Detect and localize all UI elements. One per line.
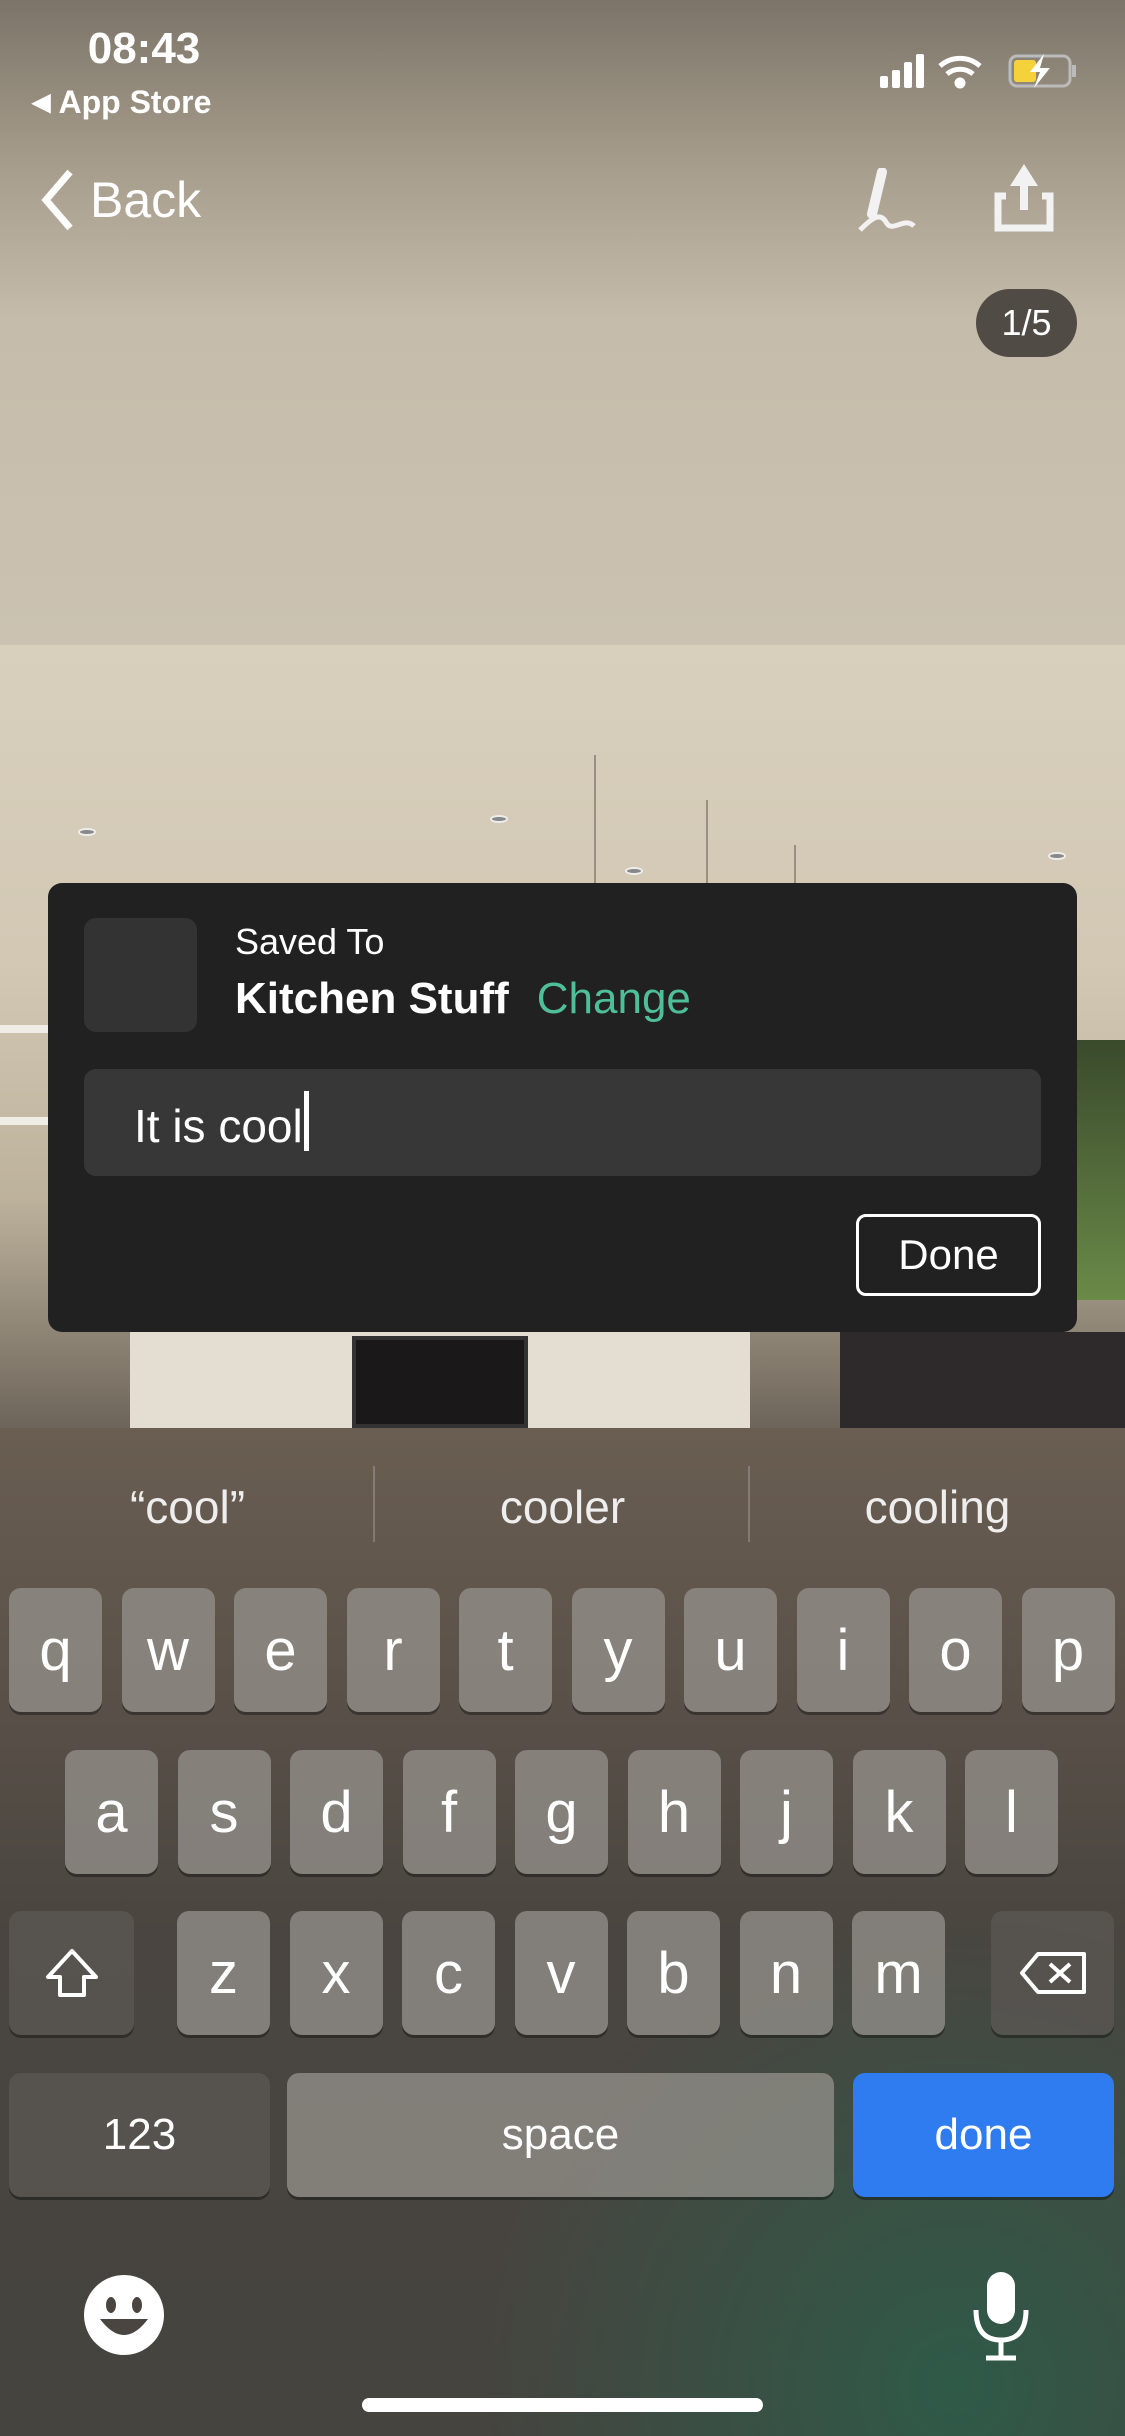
key-x[interactable]: x xyxy=(289,1911,383,2035)
status-time: 08:43 xyxy=(87,24,201,73)
chevron-left-icon xyxy=(41,169,73,231)
saved-to-label: Saved To xyxy=(235,921,385,962)
key-s[interactable]: s xyxy=(177,1750,271,1874)
key-e[interactable]: e xyxy=(234,1588,327,1712)
key-i[interactable]: i xyxy=(796,1588,890,1712)
keyboard: “cool” cooler cooling 123 space done qwe… xyxy=(0,1428,1125,2436)
suggestion-2[interactable]: cooler xyxy=(375,1480,750,1534)
album-thumbnail xyxy=(84,918,197,1032)
shelf xyxy=(0,1117,48,1125)
shift-arrow-icon xyxy=(45,1949,98,1997)
suggestion-3[interactable]: cooling xyxy=(750,1480,1125,1534)
key-p[interactable]: p xyxy=(1021,1588,1115,1712)
done-button[interactable]: Done xyxy=(856,1214,1041,1296)
key-r[interactable]: r xyxy=(346,1588,440,1712)
shift-key[interactable] xyxy=(9,1911,134,2035)
sofa xyxy=(840,1332,1125,1428)
note-input-value: It is cool xyxy=(134,1100,303,1152)
key-z[interactable]: z xyxy=(177,1911,270,2035)
key-v[interactable]: v xyxy=(514,1911,608,2035)
pendant-cord xyxy=(594,755,596,885)
key-j[interactable]: j xyxy=(740,1750,833,1874)
key-g[interactable]: g xyxy=(515,1750,608,1874)
numbers-key[interactable]: 123 xyxy=(9,2073,270,2197)
microphone-icon[interactable] xyxy=(968,2268,1034,2364)
key-b[interactable]: b xyxy=(627,1911,720,2035)
key-f[interactable]: f xyxy=(402,1750,496,1874)
album-name: Kitchen Stuff xyxy=(235,974,509,1023)
suggestion-1[interactable]: “cool” xyxy=(0,1480,375,1534)
status-icons xyxy=(880,54,1076,89)
ceiling-light xyxy=(625,867,643,875)
back-label: Back xyxy=(90,172,202,228)
key-h[interactable]: h xyxy=(627,1750,721,1874)
back-to-app-store[interactable]: ◀ App Store xyxy=(32,84,211,121)
saved-to-card: Saved To Kitchen Stuff Change It is cool… xyxy=(48,883,1077,1332)
emoji-icon[interactable] xyxy=(82,2273,166,2357)
key-w[interactable]: w xyxy=(121,1588,215,1712)
wifi-icon xyxy=(938,55,982,89)
ceiling-light xyxy=(1048,852,1066,860)
back-app-label: App Store xyxy=(58,84,212,120)
key-u[interactable]: u xyxy=(684,1588,777,1712)
key-q[interactable]: q xyxy=(9,1588,102,1712)
key-c[interactable]: c xyxy=(402,1911,495,2035)
key-o[interactable]: o xyxy=(909,1588,1002,1712)
battery-icon xyxy=(1008,54,1076,88)
oven xyxy=(352,1336,528,1428)
signal-icon xyxy=(880,54,924,88)
key-a[interactable]: a xyxy=(65,1750,158,1874)
back-triangle-icon: ◀ xyxy=(32,89,51,116)
window xyxy=(1077,1040,1125,1300)
home-indicator[interactable] xyxy=(362,2398,763,2412)
ceiling-light xyxy=(78,828,96,836)
shelf xyxy=(0,1025,48,1033)
text-caret xyxy=(303,1091,309,1151)
back-button[interactable]: Back xyxy=(40,168,201,232)
change-album-link[interactable]: Change xyxy=(537,974,691,1024)
key-m[interactable]: m xyxy=(852,1911,945,2035)
pendant-cord xyxy=(706,800,708,890)
album-row: Kitchen Stuff Change xyxy=(235,974,691,1024)
photo-counter-badge: 1/5 xyxy=(976,289,1077,357)
backspace-icon xyxy=(1019,1952,1086,1994)
space-key[interactable]: space xyxy=(287,2073,834,2197)
pendant-cord xyxy=(794,845,796,885)
share-icon[interactable] xyxy=(992,160,1056,236)
ceiling-light xyxy=(490,815,508,823)
key-d[interactable]: d xyxy=(290,1750,383,1874)
key-y[interactable]: y xyxy=(571,1588,665,1712)
keyboard-done-key[interactable]: done xyxy=(853,2073,1114,2197)
note-input[interactable]: It is cool xyxy=(84,1069,1041,1176)
key-k[interactable]: k xyxy=(852,1750,946,1874)
backspace-key[interactable] xyxy=(991,1911,1114,2035)
key-n[interactable]: n xyxy=(739,1911,833,2035)
pen-signature-icon[interactable] xyxy=(852,168,922,238)
key-l[interactable]: l xyxy=(965,1750,1058,1874)
key-t[interactable]: t xyxy=(459,1588,552,1712)
